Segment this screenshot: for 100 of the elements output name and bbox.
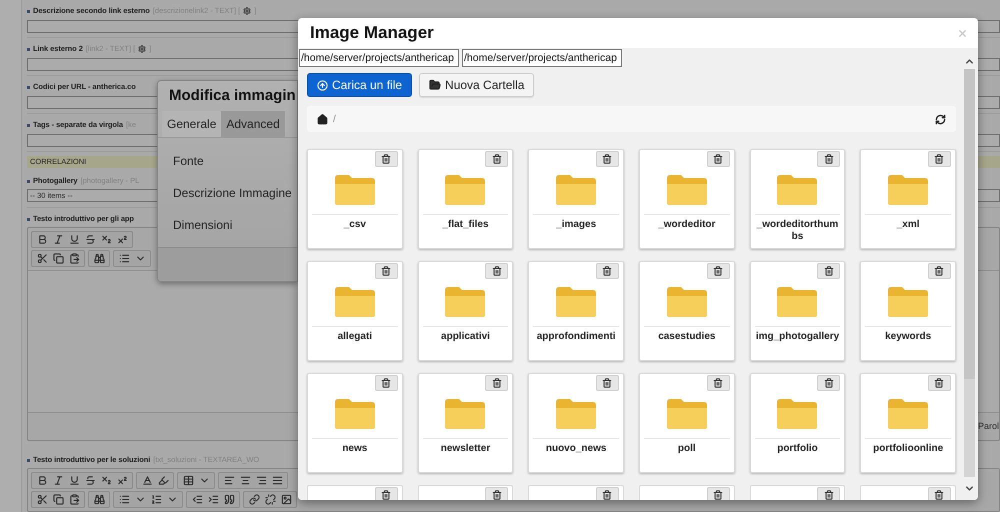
subscript-icon[interactable]	[100, 475, 112, 486]
folder-icon	[444, 174, 486, 206]
delete-button[interactable]	[817, 263, 840, 279]
folder-name: allegati	[336, 331, 374, 343]
folder-card[interactable]: allegati	[307, 261, 403, 361]
bold-icon[interactable]	[36, 234, 48, 245]
upload-button[interactable]: Carica un file	[307, 73, 412, 97]
delete-button[interactable]	[706, 151, 730, 167]
folder-card[interactable]	[418, 485, 514, 500]
tab[interactable]: Generale	[162, 111, 222, 137]
folder-icon	[444, 286, 486, 318]
folder-card[interactable]: _wordeditorthumbs	[750, 149, 846, 249]
folder-card[interactable]: _csv	[307, 149, 403, 249]
delete-button[interactable]	[817, 151, 840, 167]
delete-button[interactable]	[817, 487, 840, 500]
settings-icon[interactable]	[243, 7, 252, 15]
table-icon[interactable]	[182, 475, 194, 486]
numbered-list-icon[interactable]	[150, 494, 162, 505]
align-left-icon[interactable]	[224, 475, 234, 486]
italic-icon[interactable]	[52, 475, 64, 486]
folder-card[interactable]: portfolioonline	[860, 373, 956, 473]
outdent-icon[interactable]	[192, 494, 202, 505]
delete-button[interactable]	[928, 263, 951, 279]
folder-card[interactable]	[307, 485, 403, 500]
folder-card[interactable]: casestudies	[638, 261, 735, 361]
align-right-icon[interactable]	[256, 475, 266, 486]
scrollbar-thumb[interactable]	[964, 69, 975, 379]
delete-button[interactable]	[374, 263, 398, 279]
delete-button[interactable]	[596, 375, 619, 391]
folder-card[interactable]: applicativi	[418, 261, 514, 361]
cut-icon[interactable]	[36, 253, 48, 264]
delete-button[interactable]	[817, 375, 840, 391]
refresh-icon[interactable]	[935, 114, 946, 124]
folder-card[interactable]: nuovo_news	[528, 373, 624, 473]
align-center-icon[interactable]	[240, 475, 250, 486]
copy-icon[interactable]	[52, 494, 64, 505]
folder-card[interactable]: poll	[638, 373, 735, 473]
delete-button[interactable]	[928, 151, 951, 167]
underline-icon[interactable]	[68, 234, 80, 245]
text-color-icon[interactable]	[142, 475, 152, 486]
delete-button[interactable]	[596, 487, 619, 500]
strikethrough-icon[interactable]	[84, 475, 96, 486]
bullet-list-icon[interactable]	[118, 494, 130, 505]
justify-icon[interactable]	[272, 475, 282, 486]
subscript-icon[interactable]	[100, 234, 112, 245]
superscript-icon[interactable]	[116, 234, 128, 245]
settings-icon[interactable]	[138, 45, 146, 53]
delete-button[interactable]	[374, 375, 398, 391]
paste-icon[interactable]	[68, 253, 80, 264]
delete-button[interactable]	[485, 375, 508, 391]
delete-button[interactable]	[374, 151, 398, 167]
delete-button[interactable]	[485, 263, 508, 279]
folder-card[interactable]: newsletter	[418, 373, 514, 473]
trash-icon	[602, 378, 612, 388]
highlight-icon[interactable]	[158, 475, 168, 486]
delete-button[interactable]	[706, 263, 730, 279]
tab[interactable]: Advanced	[221, 111, 285, 137]
indent-icon[interactable]	[208, 494, 218, 505]
delete-button[interactable]	[928, 487, 951, 500]
link-icon[interactable]	[248, 494, 260, 505]
copy-icon[interactable]	[52, 253, 64, 264]
superscript-icon[interactable]	[116, 475, 128, 486]
cut-icon[interactable]	[36, 494, 48, 505]
delete-button[interactable]	[706, 487, 730, 500]
folder-card[interactable]	[528, 485, 624, 500]
folder-card[interactable]: img_photogallery	[750, 261, 846, 361]
bold-icon[interactable]	[36, 475, 48, 486]
unlink-icon[interactable]	[264, 494, 276, 505]
italic-icon[interactable]	[52, 234, 64, 245]
path-field[interactable]: /home/server/projects/anthericap	[299, 48, 459, 66]
underline-icon[interactable]	[68, 475, 80, 486]
folder-card[interactable]: keywords	[860, 261, 956, 361]
strikethrough-icon[interactable]	[84, 234, 96, 245]
image-icon[interactable]	[280, 494, 292, 505]
delete-button[interactable]	[596, 263, 619, 279]
folder-card[interactable]	[750, 485, 846, 500]
folder-card[interactable]: approfondimenti	[528, 261, 624, 361]
delete-button[interactable]	[706, 375, 730, 391]
folder-card[interactable]: _images	[528, 149, 624, 249]
folder-card[interactable]: news	[307, 373, 403, 473]
find-icon[interactable]	[94, 253, 104, 264]
folder-card[interactable]: _flat_files	[418, 149, 514, 249]
folder-icon	[887, 286, 930, 318]
delete-button[interactable]	[928, 375, 951, 391]
quote-icon[interactable]	[224, 494, 234, 505]
find-icon[interactable]	[94, 494, 104, 505]
delete-button[interactable]	[374, 487, 398, 500]
folder-card[interactable]: _xml	[860, 149, 956, 249]
delete-button[interactable]	[596, 151, 619, 167]
folder-card[interactable]: _wordeditor	[638, 149, 735, 249]
new-folder-button[interactable]: Nuova Cartella	[419, 73, 534, 97]
folder-card[interactable]: portfolio	[750, 373, 846, 473]
delete-button[interactable]	[485, 487, 508, 500]
folder-card[interactable]	[860, 485, 956, 500]
delete-button[interactable]	[485, 151, 508, 167]
folder-card[interactable]	[638, 485, 735, 500]
bullet-list-icon[interactable]	[118, 253, 130, 264]
home-icon[interactable]	[317, 114, 328, 124]
paste-icon[interactable]	[68, 494, 80, 505]
path-field[interactable]: /home/server/projects/anthericap	[462, 48, 622, 66]
